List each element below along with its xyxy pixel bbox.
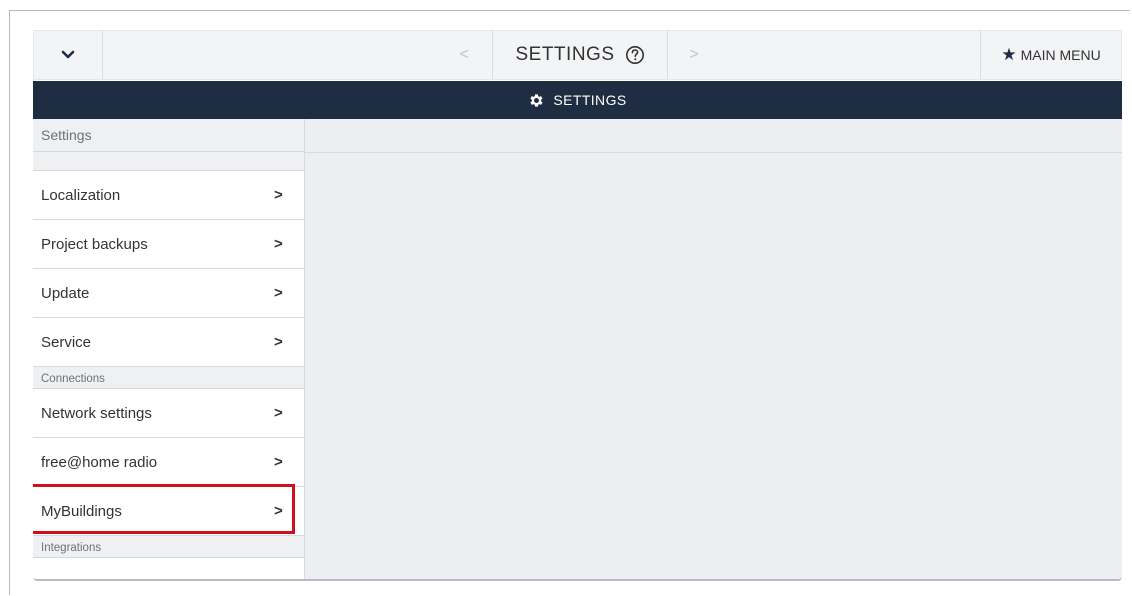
chevron-right-icon: > — [274, 404, 283, 422]
sidebar-item-label: Service — [41, 333, 92, 351]
group-label-connections: Connections — [33, 367, 304, 389]
group-label-integrations: Integrations — [33, 536, 304, 558]
sidebar-item-label: Localization — [41, 186, 121, 204]
sidebar-item-project-backups[interactable]: Project backups > — [33, 220, 304, 269]
panel-header-title: SETTINGS — [553, 92, 627, 108]
top-navigation-bar: < SETTINGS > ★ MAIN MENU — [33, 30, 1122, 80]
chevron-right-icon: > — [274, 453, 283, 471]
chevron-right-icon: > — [274, 235, 283, 253]
sidebar-section-title: Settings — [33, 119, 304, 152]
chevron-right-icon: > — [274, 502, 283, 520]
sidebar-item-mybuildings[interactable]: MyBuildings > — [33, 484, 304, 536]
sidebar-item-network-settings[interactable]: Network settings > — [33, 389, 304, 438]
chevron-right-icon: > — [274, 284, 283, 302]
chevron-left-icon: < — [459, 46, 469, 63]
sidebar-item-localization[interactable]: Localization > — [33, 171, 304, 220]
panel-header: SETTINGS — [33, 81, 1122, 121]
sidebar-item-label: free@home radio — [41, 453, 158, 471]
sidebar-item-label: Update — [41, 284, 90, 302]
chevron-down-icon — [61, 50, 75, 59]
sidebar-item-label: MyBuildings — [41, 502, 122, 520]
page-title: SETTINGS — [515, 44, 615, 65]
chevron-right-icon: > — [274, 333, 283, 351]
sidebar-item-update[interactable]: Update > — [33, 269, 304, 318]
settings-sidebar: Settings Localization > Project backups … — [33, 119, 305, 579]
star-icon: ★ — [1001, 45, 1017, 64]
main-menu-label: MAIN MENU — [1020, 47, 1101, 63]
detail-pane-header — [305, 119, 1122, 153]
sidebar-item-service[interactable]: Service > — [33, 318, 304, 367]
next-page-button[interactable]: > — [674, 31, 714, 79]
chevron-right-icon: > — [274, 186, 283, 204]
panel-content: Settings Localization > Project backups … — [33, 119, 1122, 579]
sidebar-item-label: Network settings — [41, 404, 152, 422]
menu-toggle-button[interactable] — [34, 31, 103, 79]
detail-pane — [305, 119, 1122, 579]
main-menu-button[interactable]: ★ MAIN MENU — [980, 31, 1121, 79]
sidebar-item-label: Project backups — [41, 235, 148, 253]
chevron-right-icon: > — [689, 46, 699, 63]
sidebar-item-partial[interactable] — [33, 558, 304, 579]
help-circle-icon[interactable] — [625, 45, 645, 65]
sidebar-item-free-at-home-radio[interactable]: free@home radio > — [33, 438, 304, 487]
settings-panel: SETTINGS Settings Localization > Project… — [33, 81, 1122, 581]
page-title-box: SETTINGS — [492, 31, 668, 79]
previous-page-button[interactable]: < — [444, 31, 484, 79]
gear-icon — [530, 93, 543, 107]
sidebar-spacer — [33, 152, 304, 171]
